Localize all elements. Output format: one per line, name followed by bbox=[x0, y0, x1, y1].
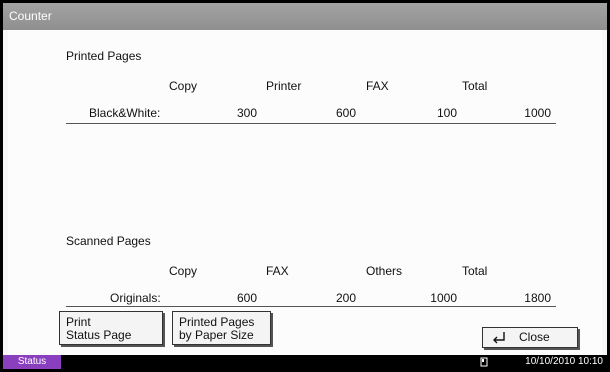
print-status-page-button[interactable]: Print Status Page bbox=[59, 311, 163, 345]
close-button[interactable]: Close bbox=[482, 327, 578, 348]
scanned-value-others: 1000 bbox=[430, 291, 457, 305]
printed-divider bbox=[66, 123, 556, 124]
datetime: 10/10/2010 10:10 bbox=[525, 356, 603, 367]
print-status-page-label-line2: Status Page bbox=[66, 328, 132, 342]
printed-value-total: 1000 bbox=[524, 106, 551, 120]
scanned-pages-title: Scanned Pages bbox=[66, 234, 151, 248]
scanned-value-copy: 600 bbox=[236, 291, 257, 305]
printed-value-printer: 600 bbox=[335, 106, 356, 120]
status-bar: Status 10/10/2010 10:10 bbox=[3, 355, 607, 369]
title-bar: Counter bbox=[3, 3, 607, 30]
scanned-col-fax: FAX bbox=[266, 264, 289, 278]
printed-col-fax: FAX bbox=[366, 79, 389, 93]
printed-value-fax: 100 bbox=[436, 106, 457, 120]
counter-panel: Printed Pages Copy Printer FAX Total Bla… bbox=[8, 30, 602, 355]
printed-col-copy: Copy bbox=[169, 79, 198, 93]
return-arrow-icon bbox=[493, 331, 505, 343]
window-title: Counter bbox=[9, 9, 52, 23]
counter-screen: Counter Printed Pages Copy Printer FAX T… bbox=[0, 0, 610, 372]
scanned-value-fax: 200 bbox=[335, 291, 356, 305]
memory-card-icon bbox=[480, 357, 488, 367]
scanned-col-total: Total bbox=[462, 264, 488, 278]
close-label: Close bbox=[519, 330, 550, 344]
printed-value-copy: 300 bbox=[236, 106, 257, 120]
printed-pages-by-paper-size-button[interactable]: Printed Pages by Paper Size bbox=[172, 311, 271, 345]
status-tab[interactable]: Status bbox=[3, 355, 61, 369]
printed-col-printer: Printer bbox=[266, 79, 302, 93]
by-paper-size-label-line2: by Paper Size bbox=[179, 328, 254, 342]
printed-row-label: Black&White: bbox=[89, 106, 161, 120]
scanned-col-others: Others bbox=[366, 264, 403, 278]
scanned-divider bbox=[66, 306, 556, 307]
printed-col-total: Total bbox=[462, 79, 488, 93]
printed-pages-title: Printed Pages bbox=[66, 49, 142, 63]
scanned-row-label: Originals: bbox=[110, 291, 161, 305]
scanned-col-copy: Copy bbox=[169, 264, 198, 278]
scanned-value-total: 1800 bbox=[524, 291, 551, 305]
